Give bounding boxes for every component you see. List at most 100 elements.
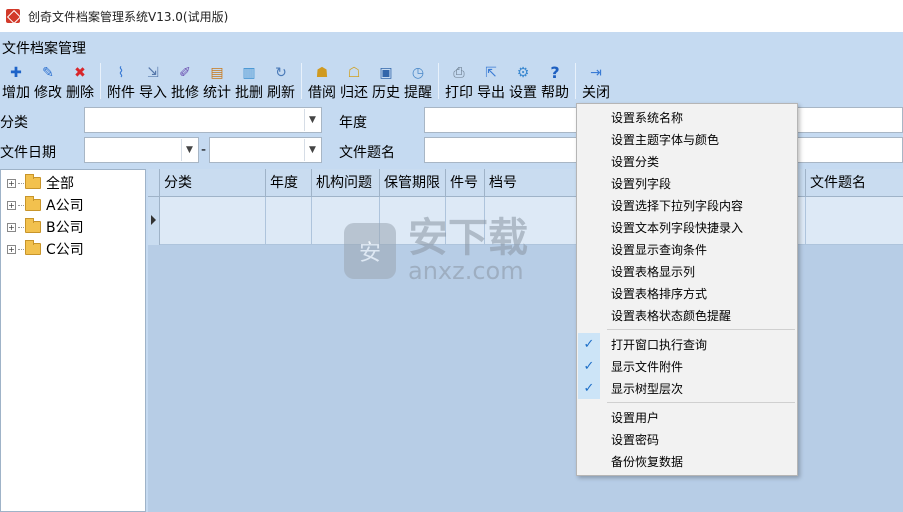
toolbar-button-label: 附件 (107, 85, 135, 101)
toolbar-button-label: 归还 (340, 85, 368, 101)
menu-item[interactable]: 设置主题字体与颜色 (578, 128, 796, 150)
menu-item-label: 显示文件附件 (611, 359, 684, 374)
toolbar-button-label: 导出 (477, 85, 505, 101)
toolbar-separator (575, 63, 576, 99)
date-start-picker[interactable]: ▼ (84, 137, 199, 163)
menu-item[interactable]: 设置文本列字段快捷录入 (578, 216, 796, 238)
toolbar-button-label: 打印 (445, 85, 473, 101)
toolbar-button-label: 提醒 (404, 85, 432, 101)
printer-icon: ⎙ (453, 65, 465, 81)
toolbar-button-2[interactable]: ✖ 删除 (65, 60, 95, 102)
return-icon: ☖ (347, 65, 361, 81)
tree-item-b-company[interactable]: + B公司 (7, 217, 84, 237)
clipboard-icon: ▤ (210, 65, 224, 81)
toolbar-button-5[interactable]: ✐ 批修 (170, 60, 200, 102)
column-header[interactable]: 机构问题 (312, 169, 380, 197)
expand-icon[interactable]: + (7, 222, 16, 232)
toolbar-button-1[interactable]: ✎ 修改 (33, 60, 63, 102)
expand-icon[interactable]: + (7, 178, 16, 188)
menu-item[interactable]: 设置分类 (578, 150, 796, 172)
menu-item-label: 设置文本列字段快捷录入 (611, 220, 744, 235)
toolbar-button-4[interactable]: ⇲ 导入 (138, 60, 168, 102)
menu-item[interactable]: 设置表格排序方式 (578, 282, 796, 304)
toolbar-button-9[interactable]: ☗ 借阅 (307, 60, 337, 102)
table-cell[interactable] (266, 197, 312, 245)
batch-delete-icon: ▥ (242, 65, 256, 81)
menu-item[interactable]: 设置表格显示列 (578, 260, 796, 282)
header-indicator-cell (148, 169, 160, 197)
menu-item-label: 设置表格状态颜色提醒 (611, 308, 732, 323)
watermark: 安 安下载 anxz.com (344, 218, 528, 284)
toolbar-separator (301, 63, 302, 99)
menu-item-label: 显示树型层次 (611, 381, 684, 396)
category-combo[interactable]: ▼ (84, 107, 322, 133)
menu-item-label: 设置密码 (611, 432, 660, 447)
toolbar-button-8[interactable]: ↻ 刷新 (266, 60, 296, 102)
history-icon: ▣ (379, 65, 393, 81)
toolbar-button-label: 导入 (139, 85, 167, 101)
toolbar-button-15[interactable]: ⚙ 设置 (508, 60, 538, 102)
toolbar-button-7[interactable]: ▥ 批删 (234, 60, 264, 102)
menu-item[interactable]: 设置选择下拉列字段内容 (578, 194, 796, 216)
category-label: 分类 (0, 115, 28, 131)
chevron-down-icon[interactable]: ▼ (181, 139, 197, 161)
expand-icon[interactable]: + (7, 200, 16, 210)
tree-item-c-company[interactable]: + C公司 (7, 239, 84, 259)
toolbar-button-16[interactable]: ? 帮助 (540, 60, 570, 102)
toolbar-button-label: 借阅 (308, 85, 336, 101)
toolbar-button-3[interactable]: ⌇ 附件 (106, 60, 136, 102)
menu-item[interactable]: ✓ 显示文件附件 (578, 355, 796, 377)
clock-icon: ◷ (411, 65, 425, 81)
checkmark-icon: ✓ (578, 333, 600, 355)
toolbar-button-12[interactable]: ◷ 提醒 (403, 60, 433, 102)
toolbar-button-11[interactable]: ▣ 历史 (371, 60, 401, 102)
chevron-down-icon[interactable]: ▼ (304, 139, 320, 161)
table-cell[interactable] (160, 197, 266, 245)
menu-item[interactable]: 设置密码 (578, 428, 796, 450)
menu-item[interactable]: 设置系统名称 (578, 106, 796, 128)
title-label: 文件题名 (339, 145, 395, 161)
toolbar-button-13[interactable]: ⎙ 打印 (444, 60, 474, 102)
column-header[interactable]: 年度 (266, 169, 312, 197)
column-header[interactable]: 文件题名 (806, 169, 903, 197)
column-header[interactable]: 保管期限 (380, 169, 446, 197)
menu-item[interactable]: ✓ 显示树型层次 (578, 377, 796, 399)
export-icon: ⇱ (485, 65, 497, 81)
menu-separator (607, 329, 795, 330)
gear-icon: ⚙ (516, 65, 530, 81)
toolbar-button-14[interactable]: ⇱ 导出 (476, 60, 506, 102)
checkmark-icon: ✓ (578, 355, 600, 377)
category-tree: + 全部 + A公司 + B公司 + C公司 (0, 169, 146, 512)
toolbar-button-0[interactable]: ✚ 增加 (1, 60, 31, 102)
tree-item-a-company[interactable]: + A公司 (7, 195, 84, 215)
date-end-picker[interactable]: ▼ (209, 137, 322, 163)
toolbar-button-label: 关闭 (582, 85, 610, 101)
chevron-down-icon[interactable]: ▼ (304, 109, 320, 131)
expand-icon[interactable]: + (7, 244, 16, 254)
menu-item[interactable]: 设置用户 (578, 406, 796, 428)
table-cell[interactable] (806, 197, 903, 245)
menu-item[interactable]: ✓ 打开窗口执行查询 (578, 333, 796, 355)
toolbar-button-10[interactable]: ☖ 归还 (339, 60, 369, 102)
menu-item[interactable]: 设置列字段 (578, 172, 796, 194)
menu-item-label: 备份恢复数据 (611, 454, 684, 469)
menu-item-label: 打开窗口执行查询 (611, 337, 708, 352)
toolbar-separator (438, 63, 439, 99)
row-pointer-icon (148, 197, 160, 245)
toolbar-button-6[interactable]: ▤ 统计 (202, 60, 232, 102)
folder-icon (25, 174, 41, 189)
tree-item-all[interactable]: + 全部 (7, 173, 74, 193)
menu-item[interactable]: 备份恢复数据 (578, 450, 796, 472)
batch-edit-icon: ✐ (179, 65, 191, 81)
menu-item-label: 设置用户 (611, 410, 660, 425)
menu-item[interactable]: 设置显示查询条件 (578, 238, 796, 260)
tree-item-label: 全部 (46, 176, 74, 192)
toolbar-button-label: 增加 (2, 85, 30, 101)
column-header[interactable]: 件号 (446, 169, 485, 197)
toolbar-button-label: 刷新 (267, 85, 295, 101)
app-logo-icon (6, 9, 20, 23)
menu-item[interactable]: 设置表格状态颜色提醒 (578, 304, 796, 326)
column-header[interactable]: 分类 (160, 169, 266, 197)
menu-item-label: 设置系统名称 (611, 110, 684, 125)
toolbar-button-17[interactable]: ⇥ 关闭 (581, 60, 611, 102)
